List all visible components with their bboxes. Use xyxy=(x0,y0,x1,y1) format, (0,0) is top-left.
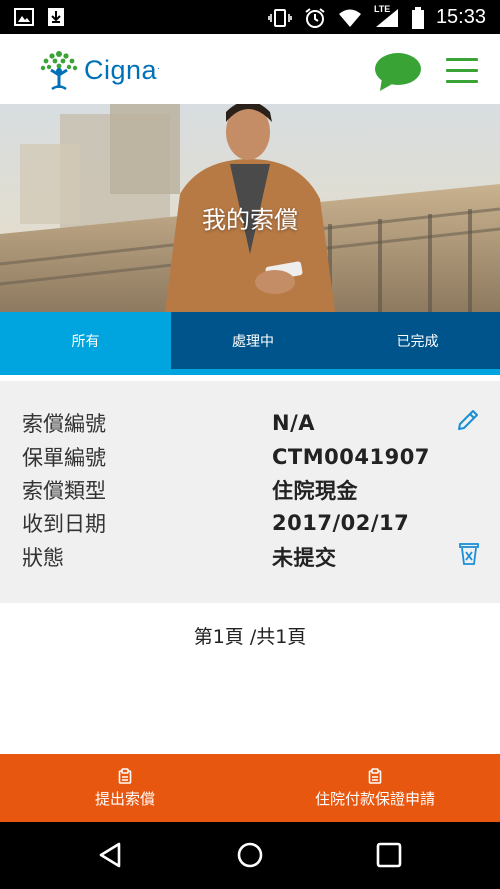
hamburger-line xyxy=(446,80,478,83)
submit-claim-button[interactable]: 提出索償 xyxy=(0,754,250,822)
app-header: Cigna. xyxy=(0,34,500,105)
vibrate-icon xyxy=(268,8,292,27)
status-label: 狀態 xyxy=(22,546,64,570)
recents-icon[interactable] xyxy=(376,842,402,868)
hamburger-line xyxy=(446,58,478,61)
status-value: 未提交 xyxy=(272,546,337,570)
back-icon[interactable] xyxy=(97,841,125,869)
hospital-guarantee-label: 住院付款保證申請 xyxy=(314,789,435,808)
claim-row-status: 狀態 未提交 xyxy=(22,540,337,574)
trash-icon xyxy=(459,543,479,565)
hospital-guarantee-button[interactable]: 住院付款保證申請 xyxy=(250,754,500,822)
claim-number-label: 索償編號 xyxy=(22,412,106,436)
tree-icon xyxy=(40,51,78,91)
policy-number-value: CTM0041907 xyxy=(272,445,430,469)
claim-tabs: 所有 處理中 已完成 xyxy=(0,312,500,369)
claim-number-value: N/A xyxy=(272,411,315,435)
battery-icon xyxy=(411,6,424,29)
menu-button[interactable] xyxy=(446,58,480,84)
bottom-action-bar: 提出索償 住院付款保證申請 xyxy=(0,754,500,822)
claim-row-type: 索償類型 住院現金 xyxy=(22,473,358,507)
tab-all[interactable]: 所有 xyxy=(0,312,171,369)
hamburger-line xyxy=(446,69,478,72)
status-bar: LTE 15:33 xyxy=(0,0,500,34)
pencil-icon xyxy=(458,410,478,430)
image-icon xyxy=(14,8,34,26)
policy-number-label: 保單編號 xyxy=(22,446,106,470)
brand-name: Cigna. xyxy=(84,54,161,85)
submit-claim-label: 提出索償 xyxy=(94,789,155,808)
edit-button[interactable] xyxy=(455,407,481,433)
status-time: 15:33 xyxy=(435,6,486,28)
received-date-value: 2017/02/17 xyxy=(272,511,410,535)
tab-underline xyxy=(0,369,500,375)
clipboard-icon xyxy=(368,767,382,784)
download-icon xyxy=(48,8,64,26)
wifi-icon xyxy=(338,9,361,27)
claim-type-label: 索償類型 xyxy=(22,479,106,503)
chat-button[interactable] xyxy=(374,52,422,92)
brand-mark: . xyxy=(157,60,161,72)
alarm-icon xyxy=(305,7,325,28)
claim-type-value: 住院現金 xyxy=(272,479,358,503)
system-nav-bar xyxy=(0,822,500,889)
home-icon[interactable] xyxy=(236,841,264,869)
signal-icon: LTE xyxy=(374,4,400,28)
claim-row-number: 索償編號 N/A xyxy=(22,406,315,440)
page-title: 我的索償 xyxy=(202,206,298,234)
delete-button[interactable] xyxy=(457,540,481,566)
tab-completed[interactable]: 已完成 xyxy=(335,312,500,369)
claim-row-policy: 保單編號 CTM0041907 xyxy=(22,440,430,474)
network-label: LTE xyxy=(373,3,391,14)
hero-banner: 我的索償 xyxy=(0,104,500,312)
tab-processing[interactable]: 處理中 xyxy=(171,312,335,369)
clipboard-icon xyxy=(118,767,132,784)
cigna-logo[interactable]: Cigna. xyxy=(38,48,160,92)
received-date-label: 收到日期 xyxy=(22,512,106,536)
pagination-text: 第1頁 /共1頁 xyxy=(193,626,307,648)
chat-bubble-icon xyxy=(375,53,421,91)
claim-row-date: 收到日期 2017/02/17 xyxy=(22,506,409,540)
